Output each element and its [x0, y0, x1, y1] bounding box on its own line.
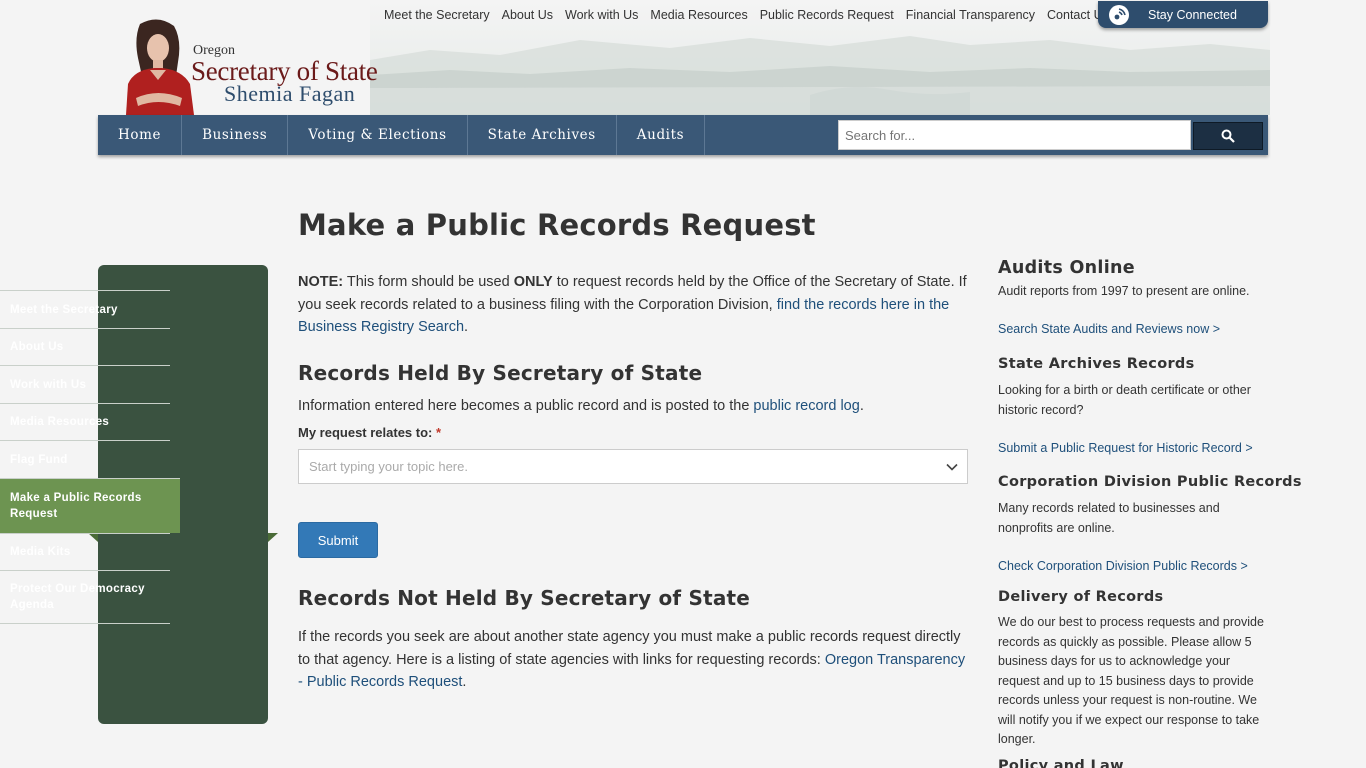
- sidebar-item-protect-democracy[interactable]: Protect Our Democracy Agenda: [0, 570, 170, 624]
- request-topic-select[interactable]: Start typing your topic here.: [298, 449, 968, 484]
- select-placeholder: Start typing your topic here.: [309, 459, 468, 474]
- search-input[interactable]: [838, 120, 1191, 150]
- note-text: This form should be used: [343, 274, 514, 290]
- broadcast-icon: [1109, 4, 1129, 25]
- secretary-portrait: [126, 19, 194, 115]
- public-record-log-link[interactable]: public record log: [753, 398, 859, 414]
- historic-record-link[interactable]: Submit a Public Request for Historic Rec…: [998, 441, 1253, 455]
- sidebar-item-label: Make a Public Records Request: [10, 492, 142, 520]
- sidebar-item-label: Media Kits: [10, 546, 71, 558]
- note-label: NOTE:: [298, 274, 344, 290]
- chevron-down-icon: [946, 463, 958, 471]
- sidebar-item-label: Media Resources: [10, 416, 110, 428]
- records-held-body: Information entered here becomes a publi…: [298, 398, 754, 414]
- sidebar-item-flag-fund[interactable]: Flag Fund: [0, 440, 170, 478]
- logo-official-name: Shemia Fagan: [224, 81, 356, 106]
- sidebar-item-public-records-request[interactable]: Make a Public Records Request: [0, 478, 180, 533]
- archives-records-text: Looking for a birth or death certificate…: [998, 383, 1251, 417]
- sidebar-item-work-with-us[interactable]: Work with Us: [0, 365, 170, 403]
- records-not-held-end: .: [462, 674, 467, 690]
- sidebar-item-label: Protect Our Democracy Agenda: [10, 583, 145, 611]
- records-held-text: Information entered here becomes a publi…: [298, 395, 970, 418]
- top-utility-links: Meet the Secretary About Us Work with Us…: [378, 7, 1115, 23]
- records-held-end: .: [859, 398, 864, 414]
- active-item-fold-right: [268, 533, 278, 542]
- corp-records-link[interactable]: Check Corporation Division Public Record…: [998, 559, 1248, 573]
- required-mark: *: [436, 425, 442, 440]
- nav-voting-elections[interactable]: Voting & Elections: [288, 115, 468, 155]
- search-audits-link[interactable]: Search State Audits and Reviews now >: [998, 322, 1220, 336]
- archives-records-heading: State Archives Records: [998, 356, 1195, 372]
- sidebar-item-label: Meet the Secretary: [10, 303, 118, 316]
- nav-business[interactable]: Business: [182, 115, 289, 155]
- nav-audits[interactable]: Audits: [617, 115, 706, 155]
- records-held-heading: Records Held By Secretary of State: [298, 361, 703, 385]
- note-emphasis: ONLY: [513, 274, 553, 290]
- sidebar-item-about-us[interactable]: About Us: [0, 328, 170, 365]
- records-not-held-heading: Records Not Held By Secretary of State: [298, 586, 751, 610]
- submit-button[interactable]: Submit: [298, 522, 378, 558]
- search-button[interactable]: [1193, 122, 1263, 150]
- nav-home[interactable]: Home: [98, 115, 183, 155]
- site-header: Meet the Secretary About Us Work with Us…: [0, 0, 1366, 115]
- policy-law-heading: Policy and Law: [998, 758, 1124, 768]
- search-icon: [1221, 129, 1235, 143]
- sidebar-item-media-resources[interactable]: Media Resources: [0, 403, 170, 440]
- corp-records-heading: Corporation Division Public Records: [998, 474, 1302, 490]
- top-link-about-us[interactable]: About Us: [496, 7, 559, 23]
- note-paragraph: NOTE: This form should be used ONLY to r…: [298, 271, 970, 339]
- audits-online-text: Audit reports from 1997 to present are o…: [998, 284, 1250, 298]
- sidebar-item-label: Flag Fund: [10, 453, 68, 466]
- delivery-text: We do our best to process requests and p…: [998, 615, 1264, 746]
- note-end: .: [464, 319, 469, 335]
- sidebar-item-meet-secretary[interactable]: Meet the Secretary: [0, 290, 170, 328]
- top-link-media-resources[interactable]: Media Resources: [644, 7, 753, 23]
- top-link-work-with-us[interactable]: Work with Us: [559, 7, 644, 23]
- request-topic-label: My request relates to: *: [298, 425, 441, 440]
- sidebar-item-media-kits[interactable]: Media Kits: [0, 533, 170, 570]
- sidebar-item-label: About Us: [10, 341, 64, 353]
- sidebar-item-label: Work with Us: [10, 378, 87, 391]
- records-not-held-text: If the records you seek are about anothe…: [298, 626, 970, 694]
- stay-connected-label: Stay Connected: [1148, 7, 1237, 22]
- stay-connected-button[interactable]: Stay Connected: [1098, 1, 1268, 28]
- top-link-financial-transparency[interactable]: Financial Transparency: [900, 7, 1041, 23]
- corp-records-text: Many records related to businesses and n…: [998, 501, 1220, 535]
- nav-state-archives[interactable]: State Archives: [468, 115, 617, 155]
- top-link-public-records[interactable]: Public Records Request: [754, 7, 900, 23]
- delivery-heading: Delivery of Records: [998, 589, 1164, 605]
- audits-online-heading: Audits Online: [998, 258, 1135, 278]
- page-title: Make a Public Records Request: [298, 208, 816, 242]
- request-topic-label-text: My request relates to:: [298, 425, 433, 440]
